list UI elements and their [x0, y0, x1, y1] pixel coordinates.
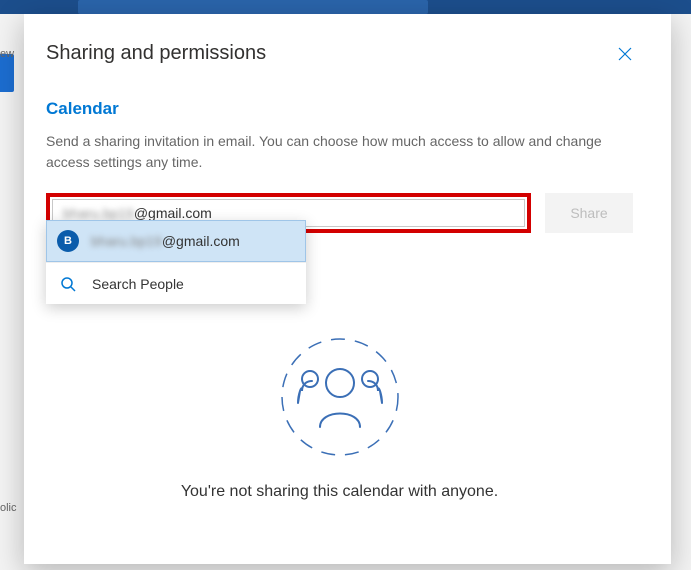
dialog-title: Sharing and permissions	[46, 42, 266, 65]
app-bar-search-region	[78, 0, 428, 14]
email-input-visible: @gmail.com	[134, 205, 212, 221]
contact-email: bharu.bp19@gmail.com	[91, 233, 240, 249]
contact-suggestion-item[interactable]: B bharu.bp19@gmail.com	[46, 220, 306, 262]
search-people-label: Search People	[92, 276, 184, 292]
contact-email-visible: @gmail.com	[162, 233, 240, 249]
sharing-permissions-dialog: Sharing and permissions Calendar Send a …	[24, 14, 671, 564]
app-header-bar	[0, 0, 691, 14]
email-input-obscured: bharu.bp19	[63, 205, 134, 221]
background-text-fragment: olic	[0, 502, 17, 514]
calendar-description: Send a sharing invitation in email. You …	[46, 131, 633, 173]
avatar: B	[57, 230, 79, 252]
background-text-fragment: ew	[0, 48, 14, 60]
dialog-header: Sharing and permissions	[46, 42, 633, 65]
people-icon	[276, 333, 404, 461]
search-people-item[interactable]: Search People	[46, 262, 306, 304]
close-button[interactable]	[617, 46, 633, 62]
empty-state-illustration	[46, 333, 633, 461]
share-button[interactable]: Share	[545, 193, 633, 233]
close-icon	[618, 47, 632, 61]
contact-email-obscured: bharu.bp19	[91, 233, 162, 249]
contact-suggestion-dropdown: B bharu.bp19@gmail.com Search People	[46, 220, 306, 304]
search-icon	[60, 276, 76, 292]
calendar-heading: Calendar	[46, 99, 633, 119]
empty-state-message: You're not sharing this calendar with an…	[46, 483, 633, 501]
